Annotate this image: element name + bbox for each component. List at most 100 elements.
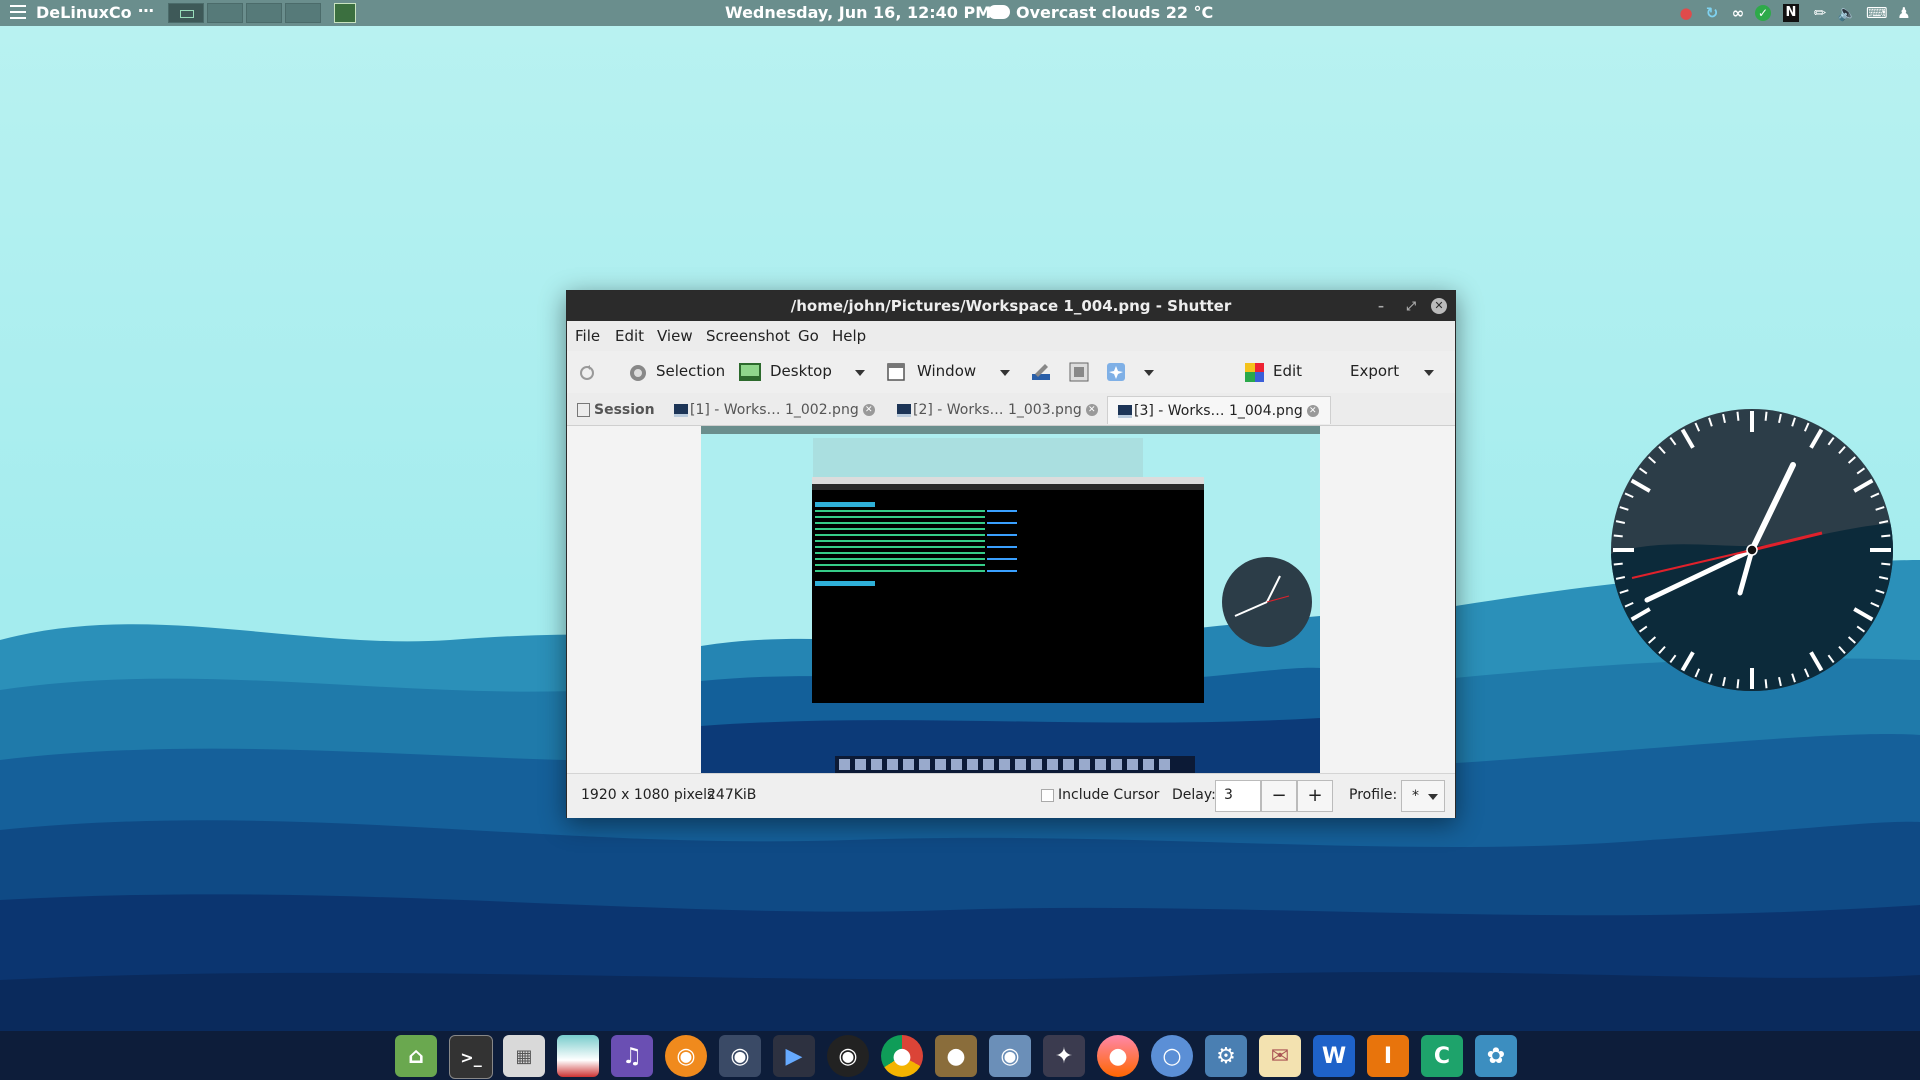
window-button[interactable]: Window — [917, 362, 976, 380]
video-editor-icon[interactable]: ▶ — [773, 1035, 815, 1077]
inkscape-icon[interactable]: ✦ — [1043, 1035, 1085, 1077]
window-dropdown-icon[interactable] — [1000, 370, 1010, 376]
export-button[interactable]: Export — [1350, 362, 1399, 380]
tab-close-icon[interactable]: ✕ — [1085, 404, 1098, 416]
delay-decrease-button[interactable]: − — [1261, 780, 1297, 812]
tab-session[interactable]: Session — [577, 396, 657, 424]
delay-label: Delay: — [1172, 787, 1216, 803]
export-dropdown-icon[interactable] — [1424, 370, 1434, 376]
profile-label: Profile: — [1349, 787, 1398, 803]
tab-close-icon[interactable]: ✕ — [862, 404, 875, 416]
tab-label: [2] - Works… 1_003.png — [913, 402, 1082, 418]
selection-button[interactable]: Selection — [656, 362, 725, 380]
clock-tick — [1881, 562, 1891, 566]
user-icon[interactable]: ♟ — [1894, 3, 1914, 23]
stamp-icon[interactable]: ✉ — [1259, 1035, 1301, 1077]
image-icon — [897, 403, 911, 417]
pen-icon[interactable]: ✏ — [1810, 3, 1830, 23]
clock-tick — [1736, 679, 1740, 689]
screenshot-preview-area[interactable] — [567, 426, 1455, 773]
panel-clock[interactable]: Wednesday, Jun 16, 12:40 PM — [725, 3, 991, 22]
menu-go[interactable]: Go — [798, 327, 819, 345]
image-viewer-icon[interactable] — [557, 1035, 599, 1077]
check-icon[interactable]: ✓ — [1755, 5, 1771, 21]
session-icon — [577, 403, 590, 417]
screenshot-tool-icon[interactable]: ⚙ — [1205, 1035, 1247, 1077]
blender-icon[interactable]: ◉ — [665, 1035, 707, 1077]
delay-increase-button[interactable]: + — [1297, 780, 1333, 812]
impress-icon[interactable]: I — [1367, 1035, 1409, 1077]
workspace-1-window-icon — [168, 3, 204, 23]
clock-tick — [1764, 411, 1768, 421]
window-icon — [887, 363, 905, 381]
include-cursor-checkbox[interactable] — [1041, 789, 1054, 802]
calculator-icon[interactable]: ▦ — [503, 1035, 545, 1077]
terminal-icon[interactable]: >_ — [449, 1035, 493, 1079]
menu-capture-icon[interactable] — [1031, 362, 1051, 382]
sync-icon[interactable]: ↻ — [1702, 3, 1722, 23]
window-titlebar[interactable]: /home/john/Pictures/Workspace 1_004.png … — [567, 291, 1455, 321]
profile-select[interactable]: * — [1401, 780, 1445, 812]
audio-player-icon[interactable]: ♫ — [611, 1035, 653, 1077]
edit-icon — [1245, 363, 1264, 382]
workspace-switcher-3[interactable] — [246, 3, 282, 23]
camera-icon[interactable]: ◉ — [827, 1035, 869, 1077]
include-cursor-label[interactable]: Include Cursor — [1058, 787, 1159, 803]
screen-recorder-icon[interactable]: ◉ — [719, 1035, 761, 1077]
calc-icon[interactable]: C — [1421, 1035, 1463, 1077]
chrome-icon[interactable]: ● — [881, 1035, 923, 1077]
map-pin-icon[interactable]: ● — [1676, 3, 1696, 23]
home-folder-icon[interactable]: ⌂ — [395, 1035, 437, 1077]
desktop-button[interactable]: Desktop — [770, 362, 832, 380]
shutter-icon[interactable]: ✿ — [1475, 1035, 1517, 1077]
weather-label[interactable]: Overcast clouds 22 °C — [1016, 3, 1213, 22]
close-icon[interactable]: ✕ — [1431, 298, 1447, 314]
profile-value: * — [1412, 788, 1419, 804]
selection-icon — [630, 365, 646, 381]
volume-icon[interactable]: 🔈 — [1837, 3, 1857, 23]
word-icon[interactable]: W — [1313, 1035, 1355, 1077]
firefox-icon[interactable]: ● — [1097, 1035, 1139, 1077]
tab-screenshot-2[interactable]: [2] - Works… 1_003.png ✕ — [887, 396, 1107, 424]
chromium-icon[interactable]: ○ — [1151, 1035, 1193, 1077]
tooltip-capture-icon[interactable] — [1069, 362, 1089, 382]
minimize-icon[interactable]: – — [1373, 298, 1389, 314]
app-menu-icon[interactable] — [10, 5, 26, 19]
clock-tick — [1736, 411, 1740, 421]
image-dimensions: 1920 x 1080 pixels — [581, 787, 715, 803]
web-capture-icon[interactable] — [1106, 362, 1126, 382]
tab-screenshot-1[interactable]: [1] - Works… 1_002.png ✕ — [664, 396, 884, 424]
tab-close-icon[interactable]: ✕ — [1306, 405, 1319, 417]
network-manager-icon[interactable]: ◉ — [989, 1035, 1031, 1077]
edit-button[interactable]: Edit — [1273, 362, 1302, 380]
menu-file[interactable]: File — [575, 327, 600, 345]
tab-screenshot-3[interactable]: [3] - Works… 1_004.png ✕ — [1107, 396, 1331, 424]
calc-letter: C — [1433, 1043, 1451, 1069]
redo-capture-icon[interactable] — [579, 365, 595, 381]
menu-view[interactable]: View — [657, 327, 693, 345]
desktop-clock-widget — [1611, 409, 1893, 691]
tab-session-label: Session — [594, 402, 655, 418]
menu-help[interactable]: Help — [832, 327, 866, 345]
tab-label: [3] - Works… 1_004.png — [1134, 403, 1303, 419]
image-icon — [1118, 404, 1132, 418]
more-dots[interactable]: ⋯ — [138, 1, 154, 20]
clock-tick — [1764, 679, 1768, 689]
tab-label: [1] - Works… 1_002.png — [690, 402, 859, 418]
workspace-switcher-2[interactable] — [207, 3, 243, 23]
tab-bar: Session [1] - Works… 1_002.png ✕ [2] - Wo… — [567, 393, 1455, 426]
notion-icon[interactable]: N — [1783, 4, 1799, 22]
brand-label[interactable]: DeLinuxCo — [36, 3, 132, 22]
maximize-icon[interactable]: ⤢ — [1403, 298, 1419, 314]
menu-screenshot[interactable]: Screenshot — [706, 327, 790, 345]
desktop-dropdown-icon[interactable] — [855, 370, 865, 376]
workspace-switcher-5[interactable] — [334, 3, 356, 23]
impress-letter: I — [1383, 1043, 1393, 1069]
paperclip-icon[interactable]: ∞ — [1728, 3, 1748, 23]
gimp-icon[interactable]: ● — [935, 1035, 977, 1077]
menu-edit[interactable]: Edit — [615, 327, 644, 345]
keyboard-icon[interactable]: ⌨ — [1866, 3, 1888, 23]
workspace-switcher-4[interactable] — [285, 3, 321, 23]
delay-input[interactable]: 3 — [1215, 780, 1261, 812]
capture-more-dropdown-icon[interactable] — [1144, 370, 1154, 376]
